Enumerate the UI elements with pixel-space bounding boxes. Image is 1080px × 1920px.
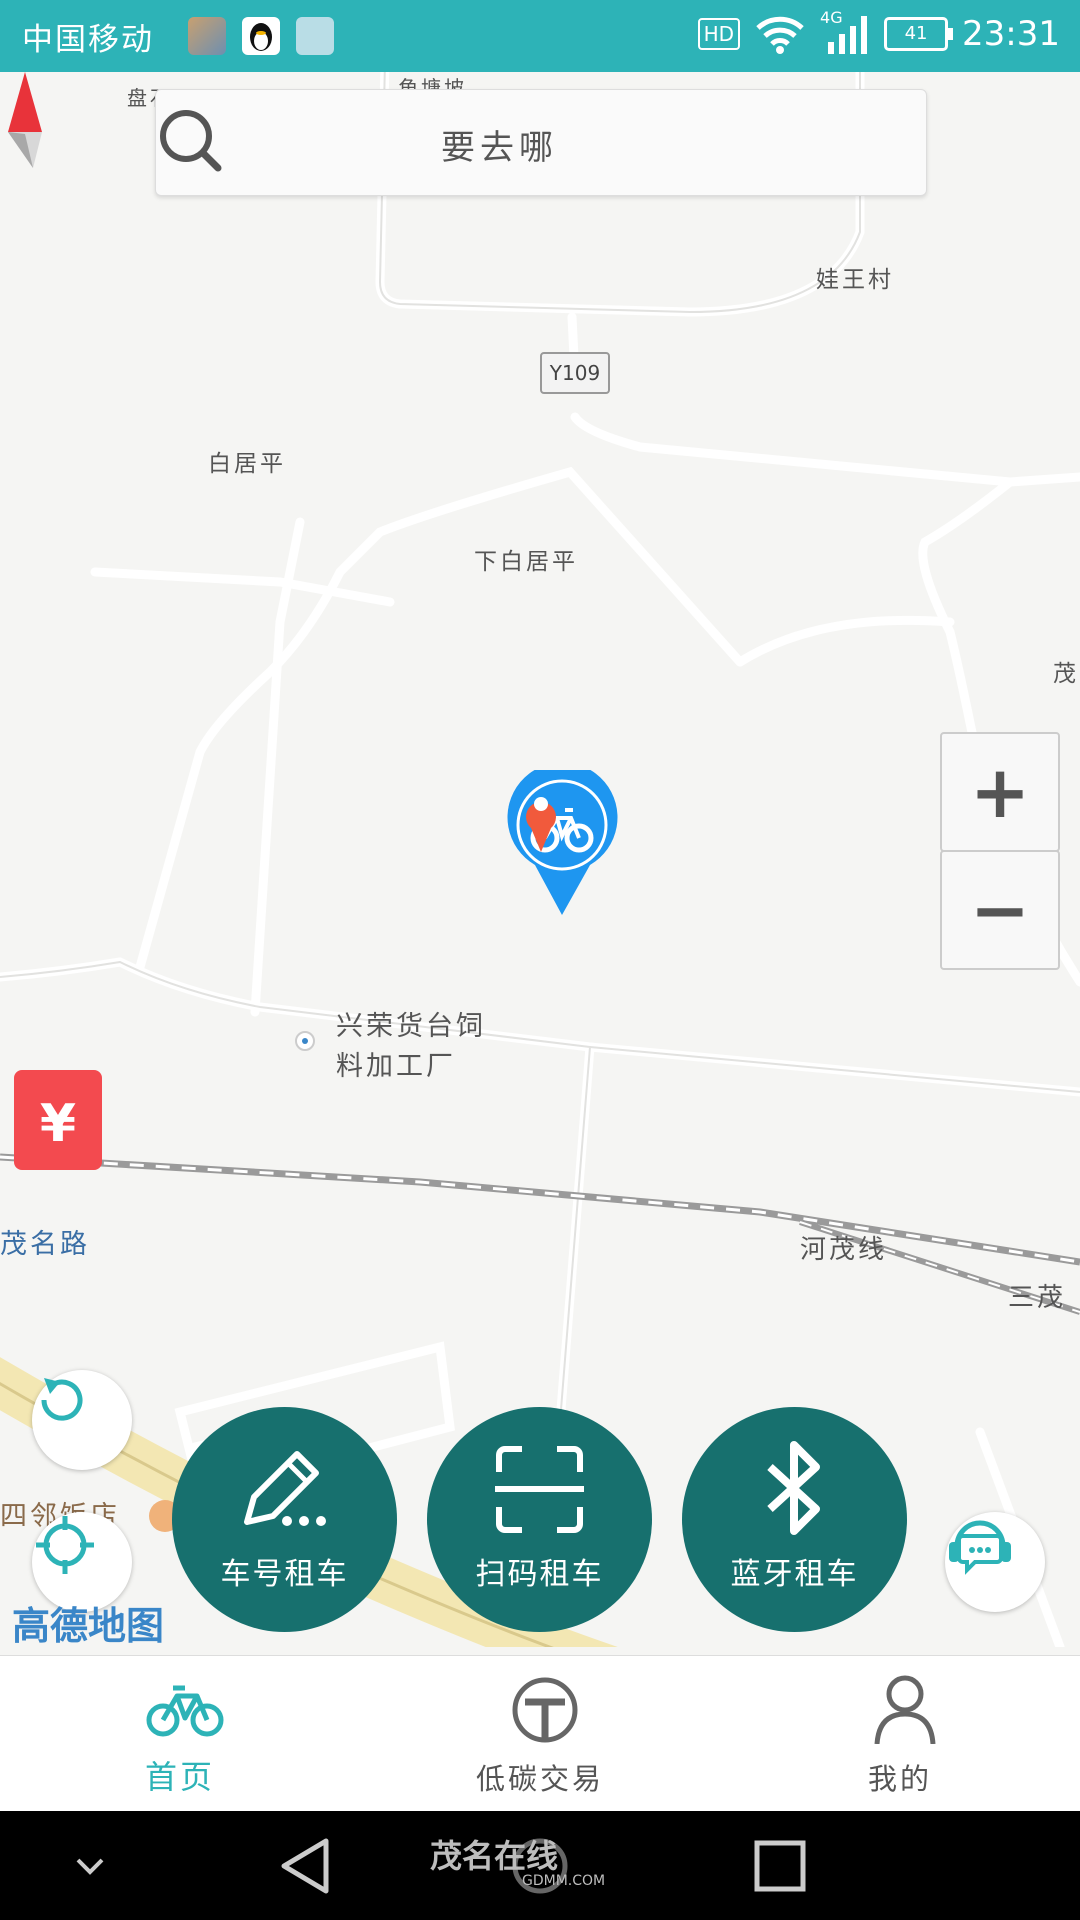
compass-icon[interactable]: [0, 72, 50, 172]
bike-location-marker[interactable]: [505, 770, 620, 915]
map-view[interactable]: 盘石 角塘坡 娃王村 白居平 下白居平 茂 兴荣货台饲 料加工厂 茂名路 河茂线…: [0, 72, 1080, 1647]
carrier-label: 中国移动: [22, 22, 154, 58]
search-bar[interactable]: 要去哪: [155, 89, 927, 196]
wifi-icon: [756, 16, 804, 54]
tab-low-carbon-trade-label: 低碳交易: [475, 1762, 604, 1796]
gallery-notification-icon: [188, 17, 226, 55]
road-sign: Y109: [540, 352, 610, 394]
zoom-in-label: +: [969, 750, 1031, 834]
bluetooth-rent-button[interactable]: 蓝牙租车: [682, 1407, 907, 1632]
zoom-out-label: −: [969, 868, 1031, 952]
yuan-icon: ¥: [39, 1094, 77, 1154]
pencil-icon: [244, 1451, 326, 1526]
app-notification-icon: [296, 17, 334, 55]
chevron-down-icon: [76, 1858, 104, 1875]
tab-home[interactable]: 首页: [0, 1656, 360, 1812]
watermark-domain: GDMM.COM: [522, 1873, 606, 1889]
bike-icon: [146, 1685, 224, 1737]
search-icon[interactable]: [156, 106, 226, 176]
place-label: 兴荣货台饲: [336, 1011, 486, 1042]
refresh-icon: [41, 1378, 83, 1421]
tab-mine[interactable]: 我的: [720, 1656, 1080, 1812]
tab-home-label: 首页: [144, 1758, 215, 1796]
scan-rent-button[interactable]: 扫码租车: [427, 1407, 652, 1632]
crosshair-icon: [36, 1516, 94, 1574]
zoom-in-button[interactable]: +: [940, 732, 1060, 852]
place-label: 茂名路: [0, 1229, 90, 1260]
system-nav-bar: 茂名在线 GDMM.COM: [0, 1811, 1080, 1920]
refresh-button[interactable]: [32, 1370, 132, 1470]
status-bar: 中国移动 HD 4G 41 23:31: [0, 0, 1080, 72]
t-circle-icon: [512, 1677, 578, 1743]
place-label: 茂: [1053, 661, 1079, 687]
clock: 23:31: [962, 14, 1060, 54]
recents-button[interactable]: [740, 1811, 820, 1920]
square-icon: [754, 1840, 806, 1891]
rent-by-number-label: 车号租车: [220, 1557, 349, 1592]
back-button[interactable]: [265, 1811, 345, 1920]
hide-nav-button[interactable]: [60, 1811, 120, 1920]
search-placeholder: 要去哪: [441, 128, 558, 168]
place-label: 白居平: [208, 451, 286, 477]
cell-signal-icon: 4G: [820, 8, 870, 56]
tab-mine-label: 我的: [867, 1762, 932, 1796]
scan-rent-label: 扫码租车: [475, 1557, 604, 1592]
user-icon: [874, 1675, 936, 1744]
zoom-out-button[interactable]: −: [940, 850, 1060, 970]
back-icon: [281, 1838, 329, 1893]
tab-low-carbon-trade[interactable]: 低碳交易: [360, 1656, 720, 1812]
battery-icon: 41: [884, 17, 954, 51]
headset-chat-icon: [949, 1520, 1011, 1575]
watermark-text: 茂名在线: [430, 1837, 559, 1875]
scan-icon: [495, 1446, 584, 1533]
place-label: 料加工厂: [336, 1051, 456, 1082]
place-label: 下白居平: [474, 549, 578, 575]
map-provider-logo: 高德地图: [12, 1604, 165, 1647]
red-packet-button[interactable]: ¥: [14, 1070, 102, 1170]
watermark: 茂名在线 GDMM.COM: [430, 1831, 605, 1889]
place-label: 河茂线: [800, 1235, 888, 1265]
bluetooth-icon: [767, 1441, 820, 1535]
place-label: 三茂: [1008, 1283, 1067, 1313]
rent-by-number-button[interactable]: 车号租车: [172, 1407, 397, 1632]
bottom-nav: 首页 低碳交易 我的: [0, 1655, 1080, 1812]
hd-indicator: HD: [697, 18, 741, 50]
qq-penguin-icon: [242, 17, 280, 55]
customer-service-button[interactable]: [945, 1512, 1045, 1612]
place-label: 娃王村: [816, 267, 894, 293]
bluetooth-rent-label: 蓝牙租车: [730, 1557, 859, 1592]
